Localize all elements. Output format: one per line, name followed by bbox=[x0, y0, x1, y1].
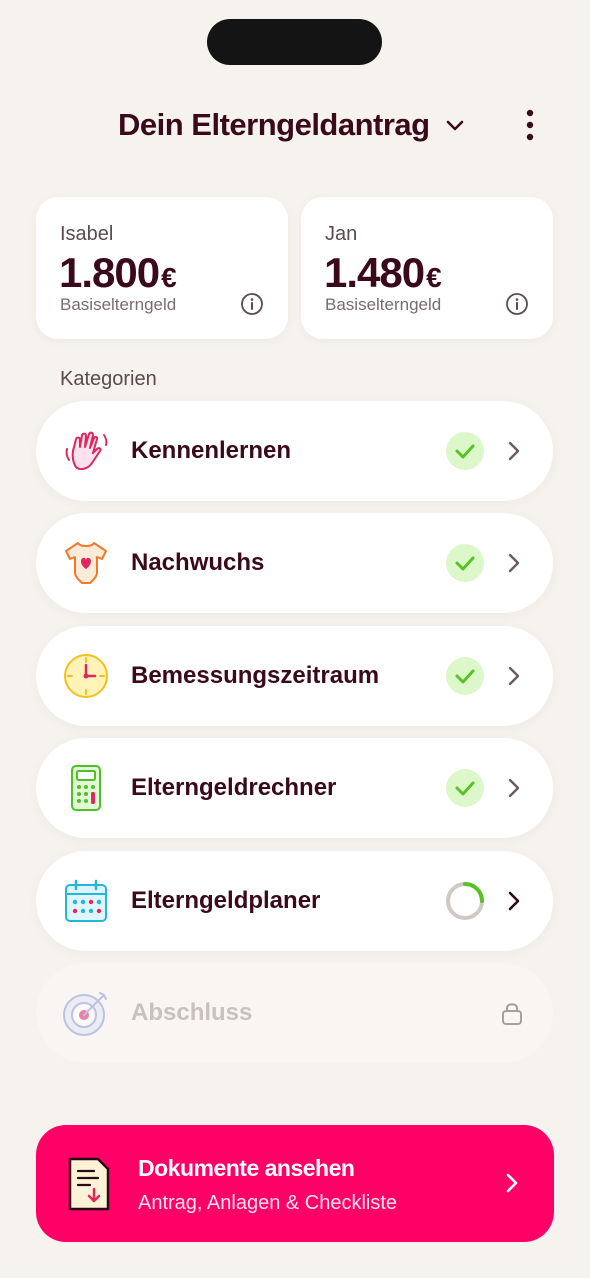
documents-title: Dokumente ansehen bbox=[138, 1155, 355, 1181]
amount-value: 1.800 bbox=[59, 249, 160, 296]
info-icon[interactable] bbox=[240, 292, 264, 316]
chevron-right-icon bbox=[502, 551, 526, 575]
baby-bodysuit-icon bbox=[62, 539, 110, 587]
category-bemessungszeitraum[interactable]: Bemessungszeitraum bbox=[36, 626, 553, 726]
category-label: Elterngeldplaner bbox=[131, 887, 321, 914]
chevron-right-icon bbox=[502, 776, 526, 800]
application-selector[interactable]: Dein Elterngeldantrag bbox=[118, 100, 466, 150]
documents-subtitle: Antrag, Anlagen & Checkliste bbox=[138, 1192, 398, 1214]
category-abschluss: Abschluss bbox=[36, 963, 553, 1063]
chevron-right-icon bbox=[500, 1171, 524, 1195]
clock-icon bbox=[62, 652, 110, 700]
dynamic-island bbox=[207, 19, 382, 65]
category-elterngeldplaner[interactable]: Elterngeldplaner bbox=[36, 851, 553, 951]
section-label-categories: Kategorien bbox=[60, 368, 157, 390]
category-label: Bemessungszeitraum bbox=[131, 662, 380, 689]
check-icon bbox=[445, 656, 485, 696]
lock-icon bbox=[499, 1000, 525, 1026]
progress-ring-icon bbox=[445, 881, 485, 921]
document-download-icon bbox=[66, 1155, 112, 1213]
chevron-right-icon bbox=[502, 889, 526, 913]
check-icon bbox=[445, 431, 485, 471]
parent-card-isabel: Isabel 1.800€ Basiselterngeld bbox=[36, 197, 288, 339]
waving-hand-icon bbox=[62, 427, 110, 475]
category-elterngeldrechner[interactable]: Elterngeldrechner bbox=[36, 738, 553, 838]
check-icon bbox=[445, 768, 485, 808]
category-label: Abschluss bbox=[131, 999, 253, 1026]
category-label: Kennenlernen bbox=[131, 437, 292, 464]
parent-name: Isabel bbox=[60, 223, 114, 245]
page-title: Dein Elterngeldantrag bbox=[118, 107, 430, 142]
benefit-type: Basiselterngeld bbox=[325, 295, 442, 314]
currency-symbol: € bbox=[426, 262, 442, 293]
category-kennenlernen[interactable]: Kennenlernen bbox=[36, 401, 553, 501]
parent-card-jan: Jan 1.480€ Basiselterngeld bbox=[301, 197, 553, 339]
check-icon bbox=[445, 543, 485, 583]
parent-amount: 1.800€ bbox=[59, 249, 177, 297]
chevron-right-icon bbox=[502, 439, 526, 463]
category-label: Elterngeldrechner bbox=[131, 774, 337, 801]
calculator-icon bbox=[62, 764, 110, 812]
info-icon[interactable] bbox=[505, 292, 529, 316]
target-icon bbox=[62, 989, 110, 1037]
category-nachwuchs[interactable]: Nachwuchs bbox=[36, 513, 553, 613]
parent-amount: 1.480€ bbox=[324, 249, 442, 297]
chevron-down-icon bbox=[444, 114, 466, 136]
currency-symbol: € bbox=[161, 262, 177, 293]
benefit-type: Basiselterngeld bbox=[60, 295, 177, 314]
documents-button[interactable]: Dokumente ansehen Antrag, Anlagen & Chec… bbox=[36, 1125, 554, 1242]
chevron-right-icon bbox=[502, 664, 526, 688]
amount-value: 1.480 bbox=[324, 249, 425, 296]
calendar-icon bbox=[62, 877, 110, 925]
header: Dein Elterngeldantrag bbox=[0, 100, 590, 150]
more-vertical-icon[interactable] bbox=[514, 107, 546, 143]
category-label: Nachwuchs bbox=[131, 549, 265, 576]
parent-name: Jan bbox=[325, 223, 358, 245]
